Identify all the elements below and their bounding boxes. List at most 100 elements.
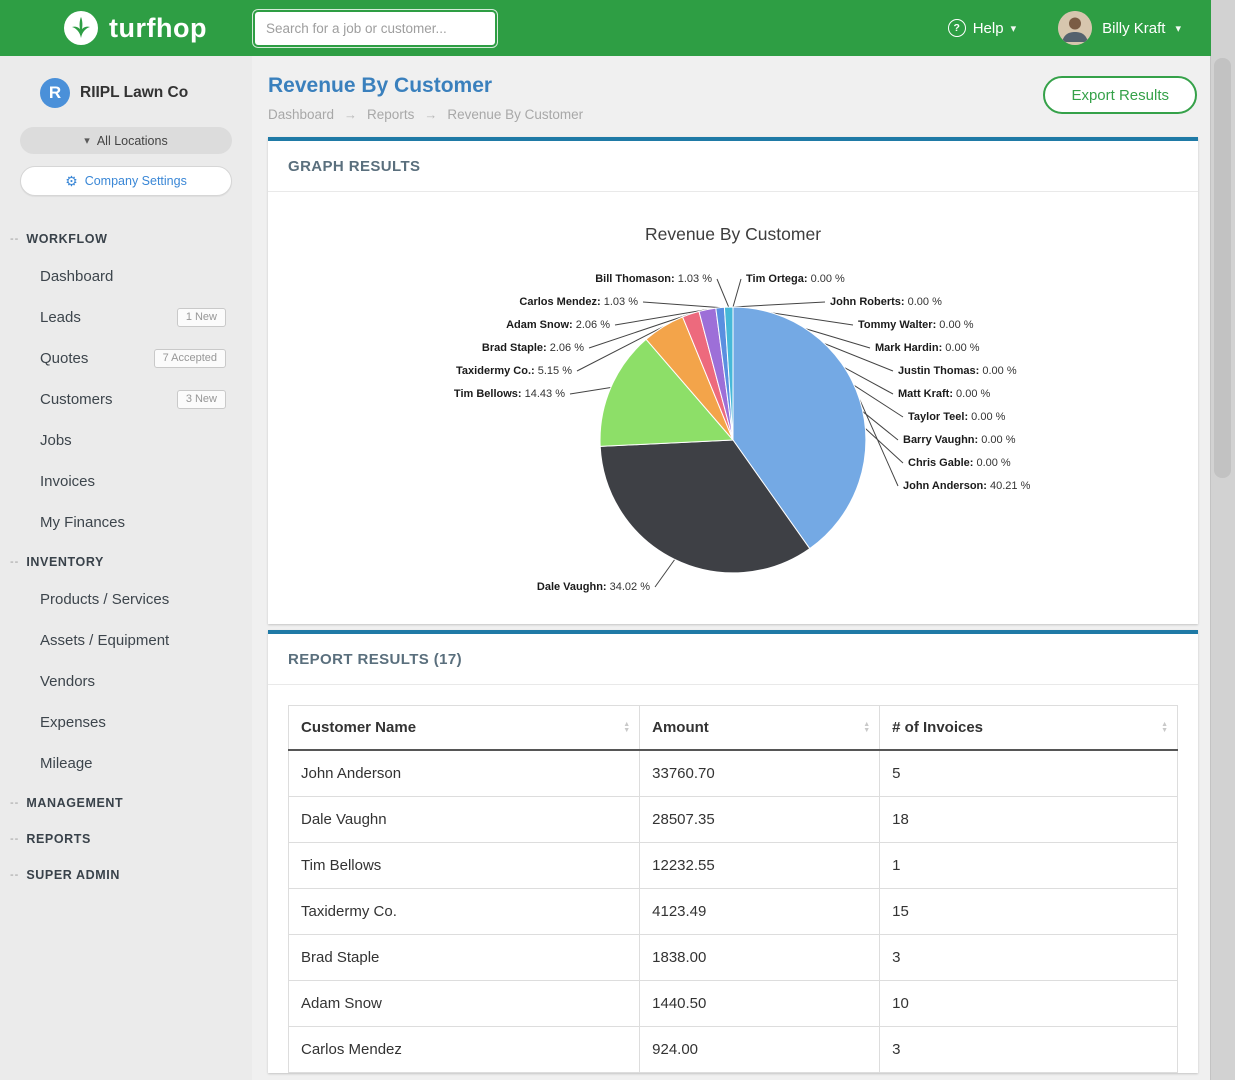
- table-cell: Dale Vaughn: [289, 797, 640, 843]
- table-cell: 3: [880, 935, 1178, 981]
- column-header-customer-name[interactable]: Customer Name ▲▼: [289, 706, 640, 751]
- graph-results-card: GRAPH RESULTS Revenue By CustomerJohn An…: [268, 137, 1198, 624]
- revenue-pie-chart: Revenue By Customer John Anderson: 40.21 …: [268, 192, 1198, 624]
- sidebar-section-inventory[interactable]: --INVENTORY: [0, 543, 252, 579]
- sidebar-item-jobs[interactable]: Jobs: [0, 420, 252, 461]
- table-cell: 15: [880, 889, 1178, 935]
- pie-label-adam-snow: Adam Snow: 2.06 %: [506, 319, 610, 331]
- pie-label-taxidermy-co: Taxidermy Co.: 5.15 %: [456, 365, 572, 377]
- table-cell: Brad Staple: [289, 935, 640, 981]
- scrollbar-thumb[interactable]: [1214, 58, 1231, 478]
- count-badge: 1 New: [177, 308, 226, 327]
- company-settings-label: Company Settings: [85, 174, 187, 188]
- label-leader-line: [655, 560, 675, 588]
- gear-icon: ⚙: [65, 174, 78, 188]
- pie-label-matt-kraft: Matt Kraft: 0.00 %: [898, 388, 991, 400]
- sidebar-item-dashboard[interactable]: Dashboard: [0, 256, 252, 297]
- table-cell: 4123.49: [640, 889, 880, 935]
- sidebar-section-management[interactable]: --MANAGEMENT: [0, 784, 252, 820]
- breadcrumb-current: Revenue By Customer: [447, 107, 583, 122]
- table-cell: 28507.35: [640, 797, 880, 843]
- pie-label-taylor-teel: Taylor Teel: 0.00 %: [908, 411, 1006, 423]
- sidebar-section-workflow[interactable]: --WORKFLOW: [0, 220, 252, 256]
- page-header: Revenue By Customer Dashboard → Reports …: [252, 56, 1211, 137]
- help-icon: ?: [948, 19, 966, 37]
- tree-dash-icon: --: [10, 556, 19, 568]
- count-badge: 7 Accepted: [154, 349, 226, 368]
- label-leader-line: [717, 279, 729, 307]
- arrow-right-icon: →: [344, 107, 357, 122]
- sidebar-item-products-services[interactable]: Products / Services: [0, 579, 252, 620]
- sidebar-item-leads[interactable]: Leads1 New: [0, 297, 252, 338]
- pie-label-carlos-mendez: Carlos Mendez: 1.03 %: [519, 296, 638, 308]
- company-header: R RIIPL Lawn Co: [0, 56, 252, 110]
- user-avatar: [1058, 11, 1092, 45]
- sidebar-item-invoices[interactable]: Invoices: [0, 461, 252, 502]
- help-label: Help: [973, 20, 1004, 37]
- sidebar-item-my-finances[interactable]: My Finances: [0, 502, 252, 543]
- sidebar-item-vendors[interactable]: Vendors: [0, 661, 252, 702]
- report-card-title: REPORT RESULTS (17): [268, 634, 1198, 685]
- app: turfhop ? Help ▾ Billy Kraft ▾: [0, 0, 1235, 1080]
- table-row: Adam Snow1440.5010: [289, 981, 1178, 1027]
- sidebar-item-customers[interactable]: Customers3 New: [0, 379, 252, 420]
- company-name: RIIPL Lawn Co: [80, 84, 188, 102]
- pie-label-bill-thomason: Bill Thomason: 1.03 %: [595, 273, 712, 285]
- sort-icon[interactable]: ▲▼: [1161, 722, 1168, 734]
- table-row: John Anderson33760.705: [289, 750, 1178, 797]
- breadcrumb-dashboard[interactable]: Dashboard: [268, 107, 334, 122]
- sidebar-item-quotes[interactable]: Quotes7 Accepted: [0, 338, 252, 379]
- chart-area: Revenue By Customer John Anderson: 40.21 …: [268, 192, 1198, 624]
- tree-dash-icon: --: [10, 797, 19, 809]
- table-cell: Taxidermy Co.: [289, 889, 640, 935]
- location-label: All Locations: [97, 134, 168, 148]
- sidebar-section-reports[interactable]: --REPORTS: [0, 820, 252, 856]
- sidebar-section-super-admin[interactable]: --SUPER ADMIN: [0, 856, 252, 892]
- table-cell: 18: [880, 797, 1178, 843]
- scrollbar-track[interactable]: [1210, 0, 1235, 1080]
- arrow-right-icon: →: [424, 107, 437, 122]
- chevron-down-icon: ▾: [1011, 22, 1017, 35]
- turfhop-logo[interactable]: turfhop: [62, 9, 207, 47]
- user-menu[interactable]: Billy Kraft ▾: [1058, 11, 1181, 45]
- pie-label-chris-gable: Chris Gable: 0.00 %: [908, 457, 1011, 469]
- chevron-down-icon: ▾: [84, 134, 90, 147]
- pie-label-barry-vaughn: Barry Vaughn: 0.00 %: [903, 434, 1016, 446]
- company-settings-button[interactable]: ⚙ Company Settings: [20, 166, 232, 196]
- sort-icon[interactable]: ▲▼: [623, 722, 630, 734]
- table-cell: 1838.00: [640, 935, 880, 981]
- breadcrumb-reports[interactable]: Reports: [367, 107, 414, 122]
- chevron-down-icon: ▾: [1175, 22, 1181, 35]
- table-row: Carlos Mendez924.003: [289, 1027, 1178, 1073]
- sidebar: R RIIPL Lawn Co ▾ All Locations ⚙ Compan…: [0, 56, 252, 1080]
- pie-label-john-roberts: John Roberts: 0.00 %: [830, 296, 942, 308]
- table-row: Tim Bellows12232.551: [289, 843, 1178, 889]
- pie-label-tim-bellows: Tim Bellows: 14.43 %: [454, 388, 565, 400]
- sidebar-nav: --WORKFLOWDashboardLeads1 NewQuotes7 Acc…: [0, 220, 252, 892]
- help-menu[interactable]: ? Help ▾: [948, 19, 1016, 37]
- table-cell: Tim Bellows: [289, 843, 640, 889]
- column-header-amount[interactable]: Amount ▲▼: [640, 706, 880, 751]
- label-leader-line: [733, 279, 741, 307]
- sidebar-item-mileage[interactable]: Mileage: [0, 743, 252, 784]
- table-cell: 1440.50: [640, 981, 880, 1027]
- sort-icon[interactable]: ▲▼: [863, 722, 870, 734]
- sidebar-item-assets-equipment[interactable]: Assets / Equipment: [0, 620, 252, 661]
- user-name: Billy Kraft: [1102, 20, 1165, 37]
- search-input[interactable]: [255, 12, 495, 45]
- chart-title: Revenue By Customer: [645, 224, 821, 244]
- table-cell: 1: [880, 843, 1178, 889]
- column-header-invoices[interactable]: # of Invoices ▲▼: [880, 706, 1178, 751]
- main-content: Revenue By Customer Dashboard → Reports …: [252, 56, 1211, 1080]
- export-results-button[interactable]: Export Results: [1043, 76, 1197, 114]
- pie-label-john-anderson: John Anderson: 40.21 %: [903, 480, 1031, 492]
- location-selector[interactable]: ▾ All Locations: [20, 127, 232, 154]
- tree-dash-icon: --: [10, 833, 19, 845]
- label-leader-line: [733, 302, 825, 307]
- topbar-right: ? Help ▾ Billy Kraft ▾: [948, 11, 1211, 45]
- table-row: Brad Staple1838.003: [289, 935, 1178, 981]
- label-leader-line: [570, 388, 611, 395]
- sidebar-item-expenses[interactable]: Expenses: [0, 702, 252, 743]
- pie-label-dale-vaughn: Dale Vaughn: 34.02 %: [537, 581, 650, 593]
- top-navbar: turfhop ? Help ▾ Billy Kraft ▾: [0, 0, 1211, 56]
